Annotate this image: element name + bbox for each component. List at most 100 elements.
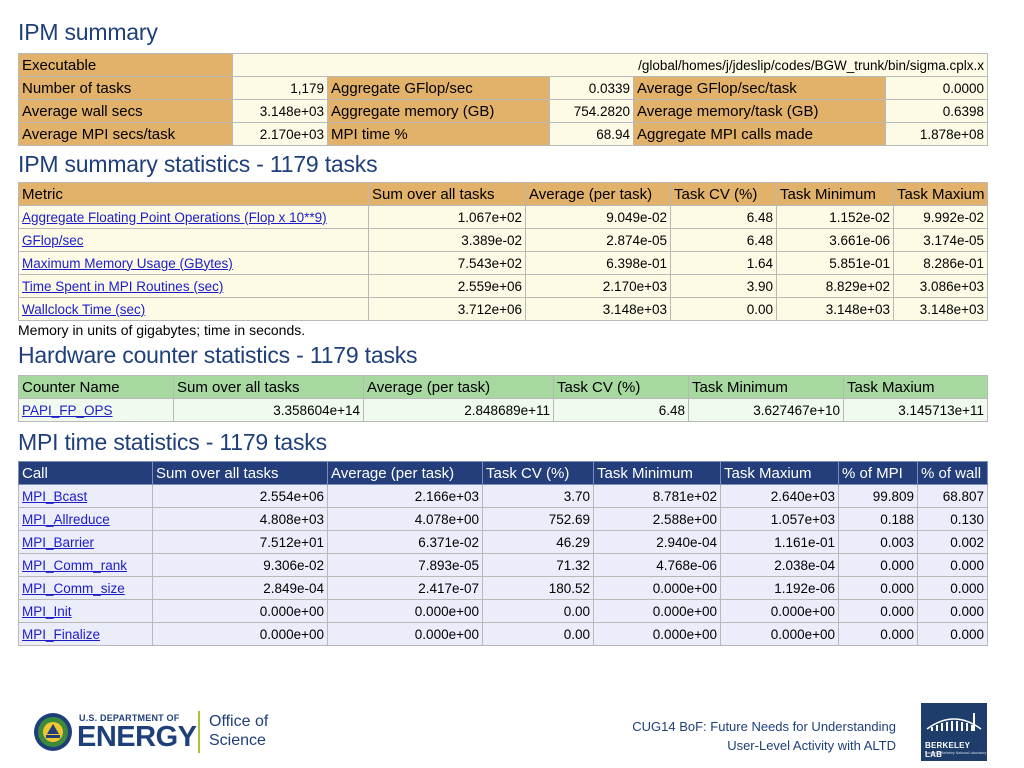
summary-value: 3.148e+03 bbox=[232, 99, 328, 123]
units-note: Memory in units of gigabytes; time in se… bbox=[18, 322, 306, 338]
summary-value: 2.170e+03 bbox=[232, 122, 328, 146]
column-header: % of wall bbox=[917, 461, 988, 485]
mpi-stats-table: Call Sum over all tasks Average (per task)… bbox=[18, 461, 988, 646]
table-row: PAPI_FP_OPS 3.358604e+14 2.848689e+11 6.48 3… bbox=[18, 398, 988, 422]
summary-value: 0.0339 bbox=[549, 76, 634, 100]
row-name-cell: MPI_Comm_size bbox=[18, 576, 153, 600]
doe-seal-icon bbox=[34, 713, 72, 751]
berkeley-lab-text: BERKELEY LAB bbox=[925, 741, 971, 759]
table-cell: 3.661e-06 bbox=[776, 228, 894, 252]
summary-row: Average wall secs 3.148e+03 Aggregate memo… bbox=[18, 99, 989, 123]
row-name-cell: MPI_Init bbox=[18, 599, 153, 623]
table-cell: 2.874e-05 bbox=[525, 228, 671, 252]
table-cell: 0.00 bbox=[482, 599, 594, 623]
berkeley-lab-building-icon bbox=[926, 713, 982, 731]
row-name-cell: GFlop/sec bbox=[18, 228, 369, 252]
table-cell: 68.807 bbox=[917, 484, 988, 508]
table-cell: 3.389e-02 bbox=[368, 228, 526, 252]
table-row: Maximum Memory Usage (GBytes) 7.543e+02 6.… bbox=[18, 251, 988, 275]
table-cell: 3.712e+06 bbox=[368, 297, 526, 321]
table-cell: 7.512e+01 bbox=[152, 530, 328, 554]
ipm-summary-title: IPM summary bbox=[18, 19, 158, 45]
row-link[interactable]: GFlop/sec bbox=[22, 233, 84, 248]
column-header: Task CV (%) bbox=[553, 375, 689, 399]
table-cell: 3.358604e+14 bbox=[173, 398, 364, 422]
table-cell: 2.417e-07 bbox=[327, 576, 483, 600]
table-row: MPI_Allreduce 4.808e+03 4.078e+00 752.69 2.5… bbox=[18, 507, 988, 531]
table-cell: 2.554e+06 bbox=[152, 484, 328, 508]
table-cell: 7.893e-05 bbox=[327, 553, 483, 577]
row-name-cell: MPI_Barrier bbox=[18, 530, 153, 554]
row-link[interactable]: MPI_Comm_size bbox=[22, 581, 125, 596]
hardware-stats-title: Hardware counter statistics - 1179 tasks bbox=[18, 342, 418, 368]
table-cell: 1.192e-06 bbox=[720, 576, 839, 600]
row-link[interactable]: MPI_Finalize bbox=[22, 627, 100, 642]
hardware-stats-header-row: Counter Name Sum over all tasks Average (p… bbox=[18, 375, 988, 399]
row-name-cell: Wallclock Time (sec) bbox=[18, 297, 369, 321]
table-cell: 1.057e+03 bbox=[720, 507, 839, 531]
table-cell: 3.148e+03 bbox=[893, 297, 988, 321]
row-name-cell: PAPI_FP_OPS bbox=[18, 398, 174, 422]
table-cell: 8.286e-01 bbox=[893, 251, 988, 275]
table-row: Time Spent in MPI Routines (sec) 2.559e+0… bbox=[18, 274, 988, 298]
table-row: GFlop/sec 3.389e-02 2.874e-05 6.48 3.661e-06… bbox=[18, 228, 988, 252]
summary-label: Aggregate GFlop/sec bbox=[327, 76, 550, 100]
table-cell: 0.000e+00 bbox=[152, 599, 328, 623]
row-link[interactable]: Time Spent in MPI Routines (sec) bbox=[22, 279, 223, 294]
row-link[interactable]: MPI_Comm_rank bbox=[22, 558, 127, 573]
mpi-stats-title: MPI time statistics - 1179 tasks bbox=[18, 429, 327, 455]
table-cell: 0.000 bbox=[917, 622, 988, 646]
summary-label: Average GFlop/sec/task bbox=[633, 76, 886, 100]
table-row: MPI_Init 0.000e+00 0.000e+00 0.00 0.000e+00 0… bbox=[18, 599, 988, 623]
table-cell: 2.640e+03 bbox=[720, 484, 839, 508]
column-header: Average (per task) bbox=[363, 375, 554, 399]
table-cell: 5.851e-01 bbox=[776, 251, 894, 275]
table-cell: 6.371e-02 bbox=[327, 530, 483, 554]
row-link[interactable]: Wallclock Time (sec) bbox=[22, 302, 145, 317]
row-link[interactable]: PAPI_FP_OPS bbox=[22, 403, 113, 418]
summary-stats-title: IPM summary statistics - 1179 tasks bbox=[18, 151, 378, 177]
table-cell: 1.152e-02 bbox=[776, 205, 894, 229]
office-line-1: Office of bbox=[209, 713, 269, 730]
column-header: Task Maxium bbox=[893, 182, 988, 206]
executable-value: /global/homes/j/jdeslip/codes/BGW_trunk/… bbox=[231, 53, 989, 77]
row-link[interactable]: MPI_Bcast bbox=[22, 489, 87, 504]
column-header: Average (per task) bbox=[327, 461, 483, 485]
table-cell: 9.992e-02 bbox=[893, 205, 988, 229]
table-cell: 0.000e+00 bbox=[152, 622, 328, 646]
table-cell: 99.809 bbox=[838, 484, 918, 508]
table-row: MPI_Comm_rank 9.306e-02 7.893e-05 71.32 4.76… bbox=[18, 553, 988, 577]
row-name-cell: MPI_Allreduce bbox=[18, 507, 153, 531]
table-row: MPI_Barrier 7.512e+01 6.371e-02 46.29 2.940e… bbox=[18, 530, 988, 554]
row-name-cell: MPI_Finalize bbox=[18, 622, 153, 646]
table-cell: 1.067e+02 bbox=[368, 205, 526, 229]
table-row: MPI_Bcast 2.554e+06 2.166e+03 3.70 8.781e+02… bbox=[18, 484, 988, 508]
column-header: Call bbox=[18, 461, 153, 485]
table-cell: 2.849e-04 bbox=[152, 576, 328, 600]
table-cell: 9.049e-02 bbox=[525, 205, 671, 229]
table-cell: 0.002 bbox=[917, 530, 988, 554]
table-cell: 0.00 bbox=[482, 622, 594, 646]
table-cell: 0.000 bbox=[838, 622, 918, 646]
table-cell: 2.559e+06 bbox=[368, 274, 526, 298]
column-header: Task CV (%) bbox=[482, 461, 594, 485]
column-header: Metric bbox=[18, 182, 369, 206]
table-cell: 2.166e+03 bbox=[327, 484, 483, 508]
summary-value: 1,179 bbox=[232, 76, 328, 100]
row-link[interactable]: MPI_Allreduce bbox=[22, 512, 110, 527]
column-header: Average (per task) bbox=[525, 182, 671, 206]
table-cell: 6.48 bbox=[670, 228, 777, 252]
column-header: Task Maxium bbox=[843, 375, 988, 399]
row-link[interactable]: MPI_Barrier bbox=[22, 535, 94, 550]
doe-logo: U.S. DEPARTMENT OF ENERGY Office of Scie… bbox=[33, 709, 283, 757]
row-link[interactable]: MPI_Init bbox=[22, 604, 72, 619]
summary-row: Average MPI secs/task 2.170e+03 MPI time %… bbox=[18, 122, 989, 146]
row-name-cell: Time Spent in MPI Routines (sec) bbox=[18, 274, 369, 298]
table-cell: 6.48 bbox=[670, 205, 777, 229]
summary-label: Average MPI secs/task bbox=[18, 122, 233, 146]
executable-label: Executable bbox=[18, 53, 233, 77]
table-cell: 2.588e+00 bbox=[593, 507, 721, 531]
table-cell: 3.627467e+10 bbox=[688, 398, 844, 422]
row-link[interactable]: Maximum Memory Usage (GBytes) bbox=[22, 256, 233, 271]
row-link[interactable]: Aggregate Floating Point Operations (Flo… bbox=[22, 210, 327, 225]
